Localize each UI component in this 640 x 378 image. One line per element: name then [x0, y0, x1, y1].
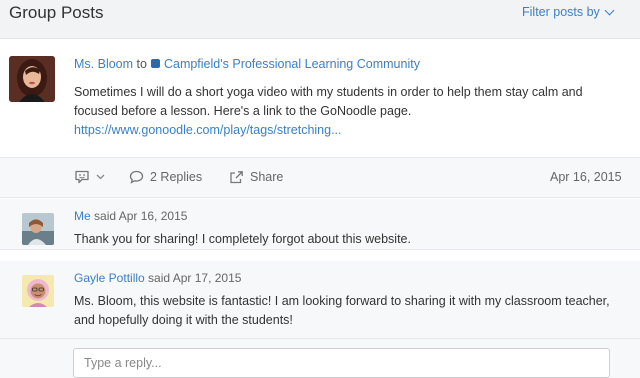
group-icon [150, 59, 160, 68]
post-header: Ms. Bloom to Campfield's Professional Lea… [74, 57, 420, 71]
post-actions-bar: 2 Replies Share [0, 157, 640, 198]
commenter-avatar[interactable] [22, 213, 54, 245]
post-date: Apr 16, 2015 [550, 170, 622, 184]
to-label: to [136, 57, 147, 71]
commenter-name[interactable]: Me [74, 209, 91, 223]
share-button[interactable]: Share [229, 170, 283, 184]
comment-date: said Apr 16, 2015 [94, 209, 188, 223]
chevron-down-icon [96, 174, 105, 180]
comment-text: Ms. Bloom, this website is fantastic! I … [74, 294, 610, 327]
comment-header: Gayle Pottillo said Apr 17, 2015 [74, 271, 241, 285]
comment-header: Me said Apr 16, 2015 [74, 209, 187, 223]
chevron-down-icon [604, 5, 615, 16]
author-link[interactable]: Ms. Bloom [74, 57, 133, 71]
reply-area [0, 339, 640, 378]
share-icon [230, 171, 243, 184]
replies-button[interactable]: 2 Replies [129, 170, 202, 184]
gonoodle-link[interactable]: https://www.gonoodle.com/play/tags/stret… [74, 123, 342, 137]
post-card: Ms. Bloom to Campfield's Professional Lea… [0, 38, 640, 378]
page-header: Group Posts Filter posts by [0, 0, 640, 28]
comment-icon [129, 170, 144, 184]
comment-item: Me said Apr 16, 2015 Thank you for shari… [0, 199, 640, 250]
reaction-button[interactable] [74, 170, 111, 184]
filter-label: Filter posts by [522, 5, 600, 19]
post-body: Sometimes I will do a short yoga video w… [74, 83, 614, 140]
author-avatar[interactable] [9, 56, 55, 102]
comment-item: Gayle Pottillo said Apr 17, 2015 Ms. Blo… [0, 261, 640, 339]
post: Ms. Bloom to Campfield's Professional Lea… [0, 39, 640, 157]
commenter-avatar[interactable] [22, 275, 54, 307]
filter-posts-dropdown[interactable]: Filter posts by [522, 5, 615, 19]
page-title: Group Posts [9, 3, 104, 22]
share-label: Share [250, 170, 284, 184]
replies-label: 2 Replies [150, 170, 203, 184]
group-link[interactable]: Campfield's Professional Learning Commun… [164, 57, 420, 71]
comment-date: said Apr 17, 2015 [148, 271, 242, 285]
emoji-icon [75, 170, 89, 184]
comment-text: Thank you for sharing! I completely forg… [74, 232, 411, 246]
post-text: Sometimes I will do a short yoga video w… [74, 85, 583, 118]
commenter-name[interactable]: Gayle Pottillo [74, 271, 145, 285]
reply-input[interactable] [73, 348, 610, 378]
